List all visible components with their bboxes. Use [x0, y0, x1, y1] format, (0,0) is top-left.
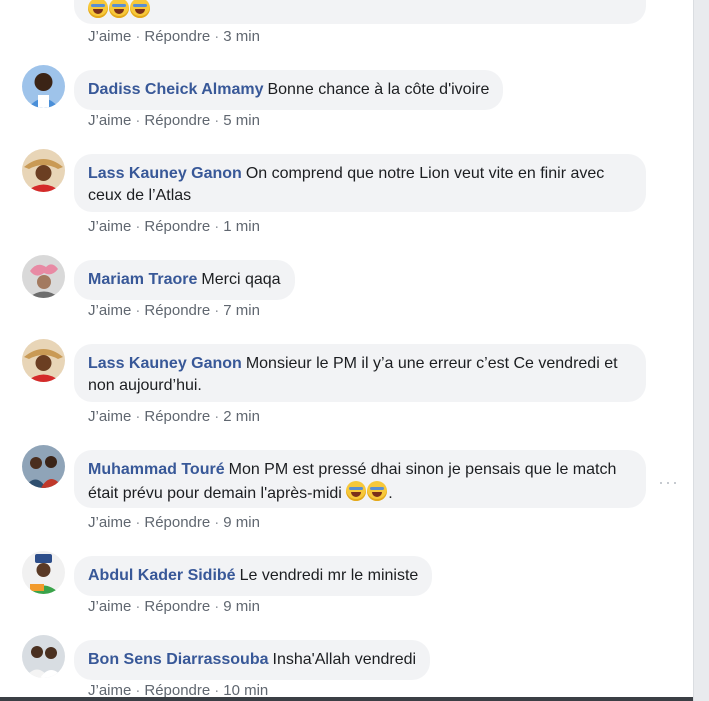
separator: · — [135, 218, 141, 235]
comment-author[interactable]: Lass Kauney Ganon — [88, 165, 242, 182]
comment-time[interactable]: 9 min — [223, 514, 260, 531]
avatar[interactable] — [22, 635, 65, 678]
comment-text: Bonne chance à la côte d'ivoire — [267, 81, 490, 98]
avatar[interactable] — [22, 339, 65, 382]
more-options-icon[interactable]: ··· — [658, 472, 679, 493]
comment-bubble: Abdul Kader Sidibé Le vendredi mr le mini… — [74, 556, 433, 596]
comment-bubble: Lass Kauney Ganon Monsieur le PM il y’a u… — [74, 344, 646, 402]
like-link[interactable]: J’aime — [88, 598, 131, 615]
comment-author[interactable]: Mariam Traore — [88, 271, 197, 288]
comment-bubble: Muhammad Touré Mon PM est pressé dhai sin… — [74, 450, 646, 508]
like-link[interactable]: J’aime — [88, 218, 131, 235]
separator: · — [214, 514, 220, 531]
reply-link[interactable]: Répondre — [144, 112, 210, 129]
separator: · — [135, 112, 141, 129]
comment-bubble — [74, 0, 646, 24]
comment-author[interactable]: Muhammad Touré — [88, 461, 225, 478]
laughing-emoji-icon — [109, 0, 129, 18]
reply-link[interactable]: Répondre — [144, 28, 210, 45]
laughing-emoji-icon — [346, 481, 367, 501]
like-link[interactable]: J’aime — [88, 28, 131, 45]
comment-text: Insha'Allah vendredi — [272, 651, 417, 668]
laughing-emoji-icon — [88, 0, 108, 18]
comment-text-end: . — [388, 485, 393, 502]
separator: · — [135, 302, 141, 319]
comment-actions: J’aime · Répondre · 5 min — [88, 112, 260, 129]
comment-author[interactable]: Lass Kauney Ganon — [88, 355, 242, 372]
separator: · — [214, 408, 220, 425]
separator: · — [214, 28, 220, 45]
comment-actions: J’aime · Répondre · 3 min — [88, 28, 260, 45]
reply-link[interactable]: Répondre — [144, 598, 210, 615]
comment-time[interactable]: 3 min — [223, 28, 260, 45]
comment-author[interactable]: Dadiss Cheick Almamy — [88, 81, 263, 98]
page-background-gutter — [693, 0, 709, 701]
comment-actions: J’aime · Répondre · 9 min — [88, 514, 260, 531]
comment-time[interactable]: 9 min — [223, 598, 260, 615]
avatar[interactable] — [22, 149, 65, 192]
separator: · — [214, 218, 220, 235]
reply-link[interactable]: Répondre — [144, 408, 210, 425]
comment-actions: J’aime · Répondre · 9 min — [88, 598, 260, 615]
comment-actions: J’aime · Répondre · 1 min — [88, 218, 260, 235]
comment-bubble: Bon Sens Diarrassouba Insha'Allah vendred… — [74, 640, 431, 680]
reply-link[interactable]: Répondre — [144, 218, 210, 235]
comment-time[interactable]: 1 min — [223, 218, 260, 235]
avatar[interactable] — [22, 445, 65, 488]
comment-bubble: Mariam Traore Merci qaqa — [74, 260, 295, 300]
separator: · — [135, 514, 141, 531]
comment-text: Merci qaqa — [201, 271, 281, 288]
comment-time[interactable]: 2 min — [223, 408, 260, 425]
like-link[interactable]: J’aime — [88, 302, 131, 319]
reply-link[interactable]: Répondre — [144, 302, 210, 319]
avatar[interactable] — [22, 255, 65, 298]
comment-bubble: Lass Kauney Ganon On comprend que notre L… — [74, 154, 646, 212]
separator: · — [135, 28, 141, 45]
laughing-emoji-icon — [367, 481, 388, 501]
separator: · — [214, 302, 220, 319]
comment-text: Le vendredi mr le ministe — [239, 567, 419, 584]
comments-panel: J’aime · Répondre · 3 min Dadiss Cheick Alma… — [0, 0, 693, 701]
like-link[interactable]: J’aime — [88, 514, 131, 531]
separator: · — [135, 408, 141, 425]
separator: · — [214, 598, 220, 615]
comment-actions: J’aime · Répondre · 2 min — [88, 408, 260, 425]
comment-author[interactable]: Abdul Kader Sidibé — [88, 567, 236, 584]
like-link[interactable]: J’aime — [88, 112, 131, 129]
comment-actions: J’aime · Répondre · 7 min — [88, 302, 260, 319]
comment-time[interactable]: 5 min — [223, 112, 260, 129]
like-link[interactable]: J’aime — [88, 408, 131, 425]
separator: · — [135, 598, 141, 615]
comment-author[interactable]: Bon Sens Diarrassouba — [88, 651, 269, 668]
laughing-emoji-icon — [130, 0, 150, 18]
avatar[interactable] — [22, 65, 65, 108]
window-bottom-edge — [0, 697, 693, 701]
comment-time[interactable]: 7 min — [223, 302, 260, 319]
avatar[interactable] — [22, 551, 65, 594]
comment-bubble: Dadiss Cheick Almamy Bonne chance à la cô… — [74, 70, 504, 110]
separator: · — [214, 112, 220, 129]
reply-link[interactable]: Répondre — [144, 514, 210, 531]
